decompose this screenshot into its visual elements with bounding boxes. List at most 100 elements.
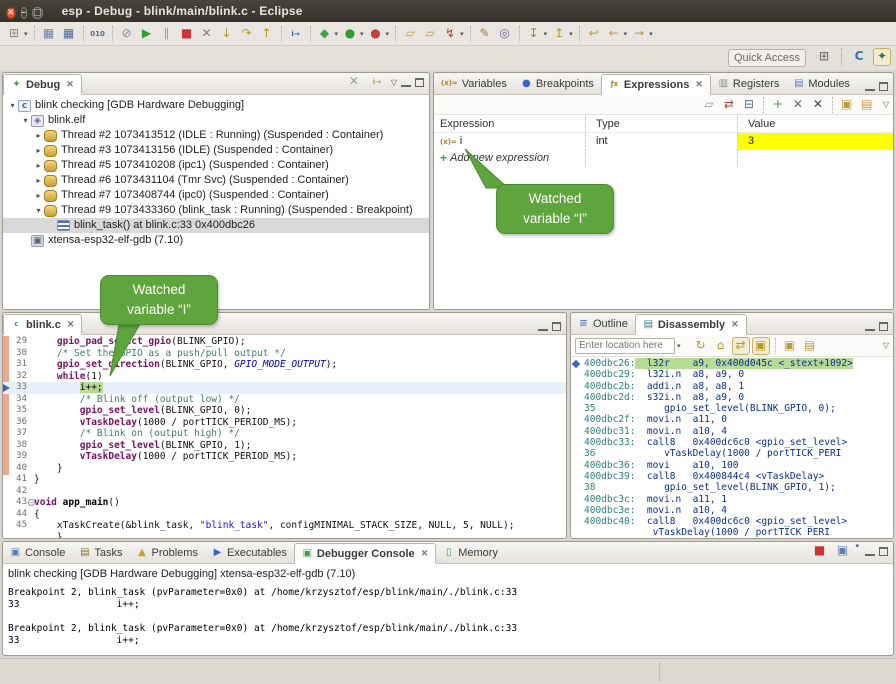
terminate-icon[interactable]: ■	[178, 25, 196, 43]
remove-all-expressions-icon[interactable]: ✕	[809, 96, 827, 114]
debug-tree-item[interactable]: ▸Thread #2 1073413512 (IDLE : Running) (…	[3, 128, 429, 143]
minimize-icon[interactable]	[865, 322, 875, 331]
close-tab-icon[interactable]: ✕	[731, 319, 739, 330]
code-editor[interactable]: 29 gpio_pad_select_gpio(BLINK_GPIO);30 /…	[3, 335, 566, 539]
next-annotation-dropdown-icon[interactable]: ▾	[569, 30, 573, 38]
pin-view-icon[interactable]: ▤	[801, 337, 819, 355]
tab-expressions[interactable]: ƒxExpressions✕	[601, 74, 711, 95]
debug-tree-item[interactable]: ▾◈blink.elf	[3, 113, 429, 128]
next-annotation-icon[interactable]: ↥	[550, 25, 568, 43]
minimize-icon[interactable]	[401, 78, 411, 87]
display-selected-console-icon[interactable]: ▣	[833, 542, 851, 560]
build-icon[interactable]: 010	[89, 25, 107, 43]
debug-icon[interactable]: ◆	[316, 25, 334, 43]
close-button[interactable]: ✕	[6, 7, 16, 19]
maximize-icon[interactable]	[879, 322, 888, 331]
cpp-perspective-icon[interactable]: C	[850, 48, 868, 66]
pin-editor-icon[interactable]: ↧	[525, 25, 543, 43]
disassembly-listing[interactable]: 400dbc26: l32r a9, 0x400d045c <_stext+10…	[571, 357, 893, 537]
view-menu-icon[interactable]: ▽	[883, 341, 889, 350]
add-expression-icon[interactable]: +	[769, 96, 787, 114]
track-expression-icon[interactable]: ▣	[752, 337, 770, 355]
external-tools-dropdown-icon[interactable]: ▾	[386, 30, 390, 38]
fold-marker-icon[interactable]: −	[28, 499, 35, 506]
open-perspective-icon[interactable]: ⊞	[815, 48, 833, 66]
home-icon[interactable]: ⌂	[712, 337, 730, 355]
column-value[interactable]: Value	[738, 115, 893, 132]
suspend-icon[interactable]: ∥	[158, 25, 176, 43]
console-output[interactable]: Breakpoint 2, blink_task (pvParameter=0x…	[3, 582, 893, 652]
format-code-icon[interactable]: ✎	[476, 25, 494, 43]
tab-modules[interactable]: ▤Modules	[786, 73, 857, 94]
close-tab-icon[interactable]: ✕	[67, 319, 75, 330]
close-tab-icon[interactable]: ✕	[695, 79, 703, 90]
new-view-icon[interactable]: ▣	[781, 337, 799, 355]
open-run-config-icon[interactable]: ▱	[421, 25, 439, 43]
tree-expander-icon[interactable]: ▸	[33, 158, 44, 173]
step-into-icon[interactable]: ↓	[218, 25, 236, 43]
new-wizard-dropdown-icon[interactable]: ▾	[24, 30, 28, 38]
show-logical-structures-icon[interactable]: ⇄	[720, 96, 738, 114]
debug-tree-item[interactable]: ▾Thread #9 1073433360 (blink_task : Runn…	[3, 203, 429, 218]
forward-dropdown-icon[interactable]: ▾	[649, 30, 653, 38]
tree-expander-icon[interactable]: ▾	[33, 203, 44, 218]
view-menu-icon[interactable]: ▽	[883, 100, 889, 109]
tree-expander-icon[interactable]: ▾	[20, 113, 31, 128]
resume-icon[interactable]: ▶	[138, 25, 156, 43]
open-element-icon[interactable]: ◎	[496, 25, 514, 43]
breakpoint-instruction-pointer-icon[interactable]	[3, 384, 10, 392]
maximize-icon[interactable]	[415, 78, 424, 87]
debug-perspective-icon[interactable]: ✦	[873, 48, 891, 66]
flash-target-dropdown-icon[interactable]: ▾	[460, 30, 464, 38]
tab-breakpoints[interactable]: ●Breakpoints	[514, 73, 601, 94]
display-selected-console-dropdown-icon[interactable]: ▾	[855, 542, 859, 560]
step-return-icon[interactable]: ↑	[258, 25, 276, 43]
tab-blink-c[interactable]: cblink.c✕	[3, 314, 82, 335]
run-icon[interactable]: ●	[341, 25, 359, 43]
debug-tree-item[interactable]: ▸Thread #6 1073431104 (Tmr Svc) (Suspend…	[3, 173, 429, 188]
run-dropdown-icon[interactable]: ▾	[360, 30, 364, 38]
maximize-icon[interactable]	[552, 322, 561, 331]
back-dropdown-icon[interactable]: ▾	[624, 30, 628, 38]
tab-memory[interactable]: ▯Memory	[436, 542, 505, 563]
tab-tasks[interactable]: ▤Tasks	[72, 542, 129, 563]
flash-target-icon[interactable]: ↯	[441, 25, 459, 43]
debug-tree-item[interactable]: ▸Thread #3 1073413156 (IDLE) (Suspended …	[3, 143, 429, 158]
tab-executables[interactable]: ▶Executables	[205, 542, 294, 563]
open-debug-config-icon[interactable]: ▱	[401, 25, 419, 43]
new-wizard-icon[interactable]: ⊞	[5, 25, 23, 43]
quick-access-button[interactable]: Quick Access	[728, 49, 806, 67]
view-menu-icon[interactable]: ▽	[391, 78, 397, 87]
tab-debugger-console[interactable]: ▣Debugger Console✕	[294, 543, 436, 564]
remove-all-terminated-icon[interactable]: ✕	[345, 73, 363, 91]
debug-tree-item[interactable]: ▾cblink checking [GDB Hardware Debugging…	[3, 98, 429, 113]
tab-variables[interactable]: (x)=Variables	[434, 73, 514, 94]
close-tab-icon[interactable]: ✕	[66, 79, 74, 90]
tab-registers[interactable]: ▥Registers	[711, 73, 786, 94]
tree-expander-icon[interactable]: ▸	[33, 173, 44, 188]
remove-expression-icon[interactable]: ✕	[789, 96, 807, 114]
tree-expander-icon[interactable]: ▸	[33, 188, 44, 203]
debug-tree-item[interactable]: ▸Thread #5 1073410208 (ipc1) (Suspended …	[3, 158, 429, 173]
instruction-stepping-icon[interactable]: i→	[287, 25, 305, 43]
maximize-icon[interactable]	[879, 547, 888, 556]
external-tools-icon[interactable]: ●	[367, 25, 385, 43]
tab-disassembly[interactable]: ▤Disassembly✕	[635, 314, 747, 335]
show-type-names-icon[interactable]: ▱	[700, 96, 718, 114]
tree-expander-icon[interactable]: ▸	[33, 143, 44, 158]
debug-dropdown-icon[interactable]: ▾	[335, 30, 339, 38]
collapse-all-icon[interactable]: ⊟	[740, 96, 758, 114]
close-tab-icon[interactable]: ✕	[421, 548, 429, 559]
minimize-icon[interactable]	[865, 547, 875, 556]
debug-launch-tree[interactable]: ▾cblink checking [GDB Hardware Debugging…	[3, 95, 429, 248]
last-edit-location-icon[interactable]: ↩	[585, 25, 603, 43]
new-view-icon[interactable]: ▣	[838, 96, 856, 114]
step-over-icon[interactable]: ↷	[238, 25, 256, 43]
tree-expander-icon[interactable]: ▸	[33, 128, 44, 143]
maximize-button[interactable]: ▢	[32, 7, 43, 19]
minimize-icon[interactable]	[865, 82, 875, 91]
skip-all-breakpoints-icon[interactable]: ⊘	[118, 25, 136, 43]
minimize-icon[interactable]	[538, 322, 548, 331]
terminate-console-icon[interactable]: ■	[810, 542, 828, 560]
tab-console[interactable]: ▣Console	[3, 542, 72, 563]
